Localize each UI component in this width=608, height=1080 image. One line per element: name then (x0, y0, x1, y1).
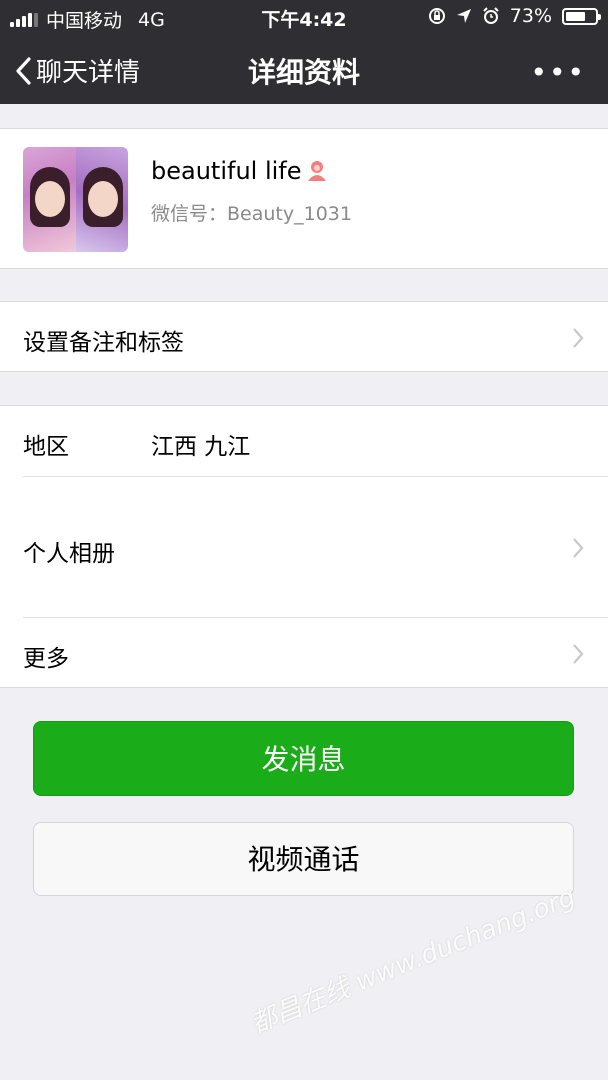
chevron-right-icon (573, 644, 584, 664)
navigation-bar: 聊天详情 详细资料 ••• (0, 34, 608, 104)
album-row[interactable]: 个人相册 (0, 477, 608, 617)
location-arrow-icon (456, 9, 471, 23)
region-row: 地区 江西 九江 (0, 406, 608, 476)
avatar[interactable] (23, 147, 128, 252)
album-label: 个人相册 (23, 541, 115, 567)
send-message-button[interactable]: 发消息 (33, 721, 574, 796)
region-value: 江西 九江 (151, 434, 251, 460)
battery-icon (562, 7, 601, 25)
info-group: 地区 江西 九江 个人相册 更多 (0, 405, 608, 688)
female-icon (307, 161, 326, 181)
more-row[interactable]: 更多 (0, 618, 608, 688)
remark-and-tags-row[interactable]: 设置备注和标签 (0, 301, 608, 372)
rotation-lock-icon (428, 8, 445, 24)
wechat-id: 微信号：Beauty_1031 (151, 203, 352, 225)
profile-name-row: beautiful life (151, 157, 329, 185)
battery-percent: 73% (509, 5, 552, 27)
more-options-button[interactable]: ••• (530, 56, 586, 89)
status-right: 73% (428, 5, 601, 27)
chevron-right-icon (573, 538, 584, 558)
alarm-icon (483, 7, 499, 24)
profile-name: beautiful life (151, 157, 302, 185)
watermark: 都昌在线 www.duchang.org (247, 881, 580, 1040)
more-label: 更多 (23, 646, 69, 672)
profile-card[interactable]: beautiful life 微信号：Beauty_1031 (0, 128, 608, 269)
remark-and-tags-label: 设置备注和标签 (23, 330, 184, 356)
page-title: 详细资料 (247, 56, 360, 89)
region-label: 地区 (23, 434, 69, 460)
status-bar: 中国移动 4G 下午4:42 73% (0, 0, 608, 34)
video-call-button[interactable]: 视频通话 (33, 822, 574, 896)
chevron-right-icon (573, 328, 584, 348)
